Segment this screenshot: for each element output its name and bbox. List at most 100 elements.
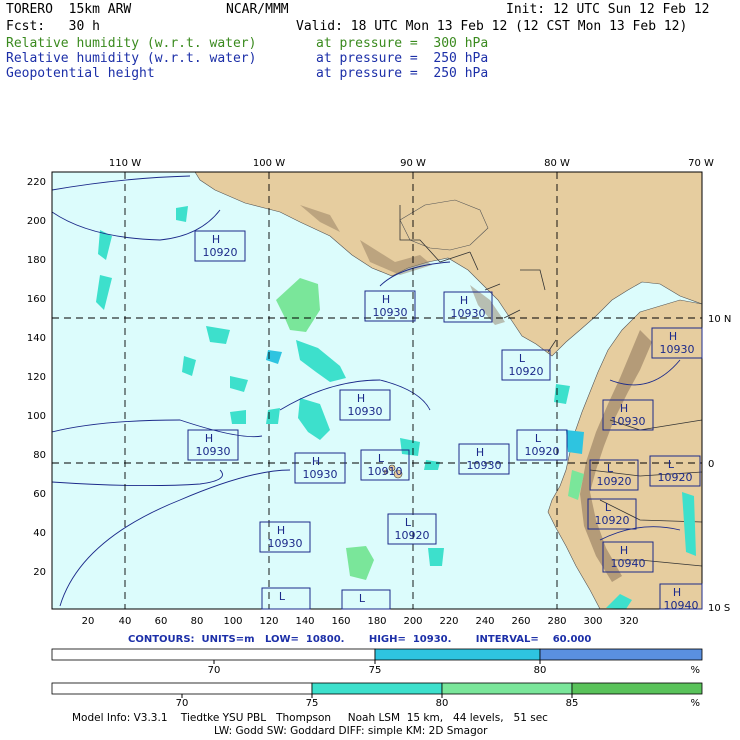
pressure-type: L — [279, 590, 286, 603]
contour-info: CONTOURS: UNITS=m LOW= 10800. HIGH= 1093… — [128, 634, 592, 645]
model-info-line2: LW: Godd SW: Goddard DIFF: simple KM: 2D… — [214, 725, 488, 737]
colorbar-segment — [51, 682, 313, 695]
pressure-type: L — [668, 458, 675, 471]
pressure-value: 10920 — [395, 529, 430, 542]
lon-label: 100 W — [253, 158, 285, 169]
x-tick: 260 — [511, 616, 530, 627]
x-tick: 20 — [82, 616, 95, 627]
x-tick: 280 — [547, 616, 566, 627]
pressure-type: L — [519, 352, 526, 365]
pressure-type: H — [212, 233, 220, 246]
pressure-type: L — [359, 592, 366, 605]
colorbar-segment — [571, 682, 703, 695]
pressure-value: 10930 — [373, 306, 408, 319]
y-tick: 180 — [27, 255, 46, 266]
pressure-type: L — [605, 501, 612, 514]
pressure-value: 10920 — [595, 514, 630, 527]
right-lat-labels: 10 N 0 10 S — [708, 314, 731, 614]
lon-label: 80 W — [544, 158, 570, 169]
y-axis-ticks: 220 200 180 160 140 120 100 80 60 40 20 — [27, 177, 46, 578]
y-tick: 200 — [27, 216, 46, 227]
y-tick: 60 — [33, 489, 46, 500]
x-tick: 80 — [191, 616, 204, 627]
pressure-value: 10930 — [348, 405, 383, 418]
colorbar-label: 70 — [176, 698, 189, 709]
pressure-value: 10920 — [203, 246, 238, 259]
y-tick: 100 — [27, 411, 46, 422]
colorbar-unit: % — [690, 665, 700, 676]
x-tick: 100 — [223, 616, 242, 627]
colorbar-label: 75 — [369, 665, 382, 676]
x-tick: 60 — [155, 616, 168, 627]
pressure-type: H — [382, 293, 390, 306]
y-tick: 80 — [33, 450, 46, 461]
x-axis-ticks: 20 40 60 80 100 120 140 160 180 200 220 … — [82, 616, 639, 627]
pressure-type: H — [205, 432, 213, 445]
pressure-type: H — [620, 402, 628, 415]
pressure-value: 10940 — [664, 599, 699, 612]
pressure-value: 10920 — [525, 445, 560, 458]
pressure-type: H — [476, 446, 484, 459]
lon-label: 90 W — [400, 158, 426, 169]
pressure-type: H — [460, 294, 468, 307]
colorbar-rh250: 70 75 80 % — [51, 648, 703, 676]
pressure-type: L — [535, 432, 542, 445]
pressure-type: H — [669, 330, 677, 343]
pressure-value: 10930 — [303, 468, 338, 481]
pressure-value: 10930 — [268, 537, 303, 550]
y-tick: 220 — [27, 177, 46, 188]
pressure-type: L — [405, 516, 412, 529]
colorbar-segment — [441, 682, 573, 695]
colorbar-segment — [374, 648, 541, 661]
pressure-type: H — [673, 586, 681, 599]
pressure-type: H — [620, 544, 628, 557]
y-tick: 160 — [27, 294, 46, 305]
top-lon-labels: 110 W 100 W 90 W 80 W 70 W — [109, 158, 714, 169]
y-tick: 120 — [27, 372, 46, 383]
colorbar-label: 85 — [566, 698, 579, 709]
pressure-value: 10930 — [611, 415, 646, 428]
y-tick: 140 — [27, 333, 46, 344]
pressure-value: 10930 — [451, 307, 486, 320]
x-tick: 140 — [295, 616, 314, 627]
colorbar-label: 80 — [436, 698, 449, 709]
colorbar-segment — [311, 682, 443, 695]
pressure-value: 10910 — [368, 465, 403, 478]
x-tick: 240 — [475, 616, 494, 627]
colorbar-label: 75 — [306, 698, 319, 709]
x-tick: 200 — [403, 616, 422, 627]
lat-label: 10 S — [708, 603, 730, 614]
pressure-value: 10920 — [597, 475, 632, 488]
x-tick: 180 — [367, 616, 386, 627]
pressure-value: 10930 — [196, 445, 231, 458]
pressure-type: L — [607, 462, 614, 475]
pressure-type: H — [357, 392, 365, 405]
pressure-type: L — [378, 452, 385, 465]
pressure-value: 10930 — [660, 343, 695, 356]
x-tick: 120 — [259, 616, 278, 627]
colorbar-segment — [539, 648, 703, 661]
lat-label: 0 — [708, 459, 714, 470]
x-tick: 40 — [119, 616, 132, 627]
x-tick: 220 — [439, 616, 458, 627]
colorbar-label: 70 — [208, 665, 221, 676]
x-tick: 300 — [583, 616, 602, 627]
x-tick: 320 — [619, 616, 638, 627]
weather-map-figure: 110 W 100 W 90 W 80 W 70 W 10 N 0 10 S 2… — [27, 158, 731, 709]
lon-label: 110 W — [109, 158, 141, 169]
pressure-value: 10940 — [611, 557, 646, 570]
pressure-type: H — [277, 524, 285, 537]
pressure-value: 10920 — [509, 365, 544, 378]
y-tick: 40 — [33, 528, 46, 539]
y-tick: 20 — [33, 567, 46, 578]
pressure-value: 10920 — [658, 471, 693, 484]
lon-label: 70 W — [688, 158, 714, 169]
pressure-value: 10930 — [467, 459, 502, 472]
model-info-line1: Model Info: V3.3.1 Tiedtke YSU PBL Thomp… — [72, 712, 548, 724]
pressure-type: H — [312, 455, 320, 468]
colorbar-rh300: 70 75 80 85 % — [51, 682, 703, 709]
lat-label: 10 N — [708, 314, 731, 325]
colorbar-label: 80 — [534, 665, 547, 676]
colorbar-unit: % — [690, 698, 700, 709]
colorbar-segment — [51, 648, 376, 661]
